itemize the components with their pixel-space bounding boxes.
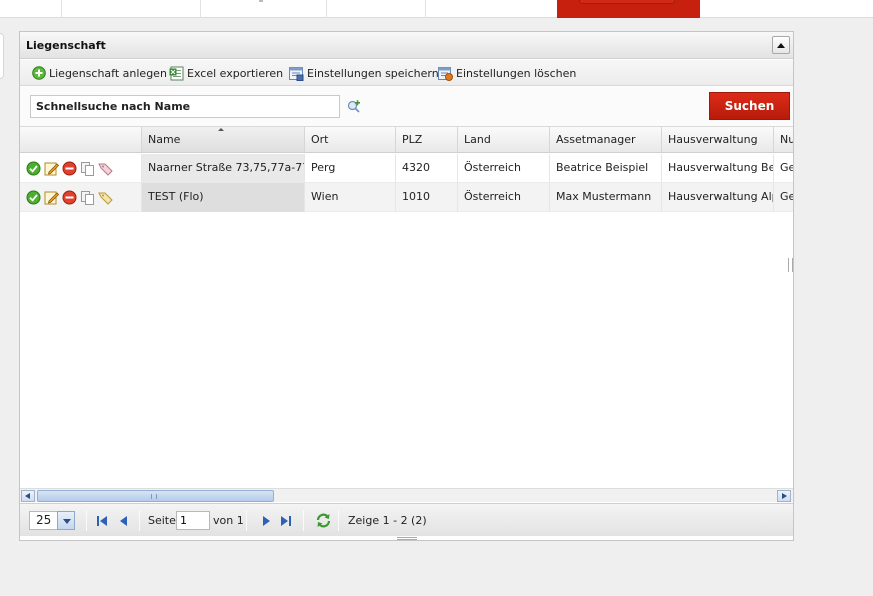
table-row[interactable]: TEST (Flo) Wien 1010 Österreich Max Must… bbox=[20, 183, 793, 212]
edit-icon[interactable] bbox=[44, 190, 59, 205]
excel-export-button[interactable]: Excel exportieren bbox=[169, 65, 283, 81]
cell-name: Naarner Straße 73,75,77a-77i bbox=[142, 154, 305, 183]
panel-resize-grip[interactable] bbox=[397, 537, 417, 540]
cell-nu: Ge bbox=[780, 161, 793, 174]
cell-name: TEST (Flo) bbox=[142, 183, 305, 212]
row-actions bbox=[20, 154, 142, 183]
last-page-icon[interactable] bbox=[280, 515, 292, 527]
edit-icon[interactable] bbox=[44, 161, 59, 176]
nav-separator bbox=[61, 0, 62, 18]
toolbar-separator bbox=[338, 510, 339, 531]
column-header-land[interactable]: Land bbox=[458, 127, 550, 152]
copy-icon[interactable] bbox=[80, 190, 95, 205]
delete-settings-icon bbox=[438, 66, 453, 81]
toolbar-separator bbox=[246, 510, 247, 531]
scroll-left-button[interactable] bbox=[21, 490, 35, 502]
cell-nu: Ge bbox=[780, 190, 793, 203]
nav-separator bbox=[200, 0, 201, 18]
cell-land: Österreich bbox=[458, 154, 550, 183]
add-icon bbox=[32, 66, 46, 80]
paging-toolbar: 25 Seite von 1 Zeige 1 - 2 (2) bbox=[20, 503, 793, 536]
save-settings-button[interactable]: Einstellungen speichern bbox=[289, 65, 439, 81]
nav-separator bbox=[326, 0, 327, 18]
grid-header: Name Ort PLZ Land Assetmanager Hausverwa… bbox=[20, 127, 793, 153]
table-row[interactable]: Naarner Straße 73,75,77a-77i Perg 4320 Ö… bbox=[20, 154, 793, 183]
column-resize-handle[interactable] bbox=[788, 258, 793, 272]
chevron-down-icon bbox=[63, 519, 71, 524]
column-header-hausverwaltung[interactable]: Hausverwaltung bbox=[662, 127, 774, 152]
cell-assetmanager: Beatrice Beispiel bbox=[550, 154, 662, 183]
previous-page-icon[interactable] bbox=[118, 515, 130, 527]
cell-land: Österreich bbox=[458, 183, 550, 212]
excel-export-label: Excel exportieren bbox=[187, 66, 284, 80]
horizontal-scrollbar[interactable] bbox=[20, 488, 793, 502]
save-settings-label: Einstellungen speichern bbox=[307, 66, 439, 80]
check-icon[interactable] bbox=[26, 190, 41, 205]
cell-plz: 4320 bbox=[396, 154, 458, 183]
delete-settings-label: Einstellungen löschen bbox=[456, 66, 577, 80]
cell-ort: Wien bbox=[305, 183, 396, 212]
toolbar: Liegenschaft anlegen Excel exportieren E… bbox=[20, 60, 793, 86]
quick-search-input[interactable] bbox=[30, 95, 340, 118]
page-size-dropdown-button[interactable] bbox=[57, 511, 75, 530]
column-header-nu[interactable]: Nu bbox=[774, 127, 793, 152]
cell-assetmanager: Max Mustermann bbox=[550, 183, 662, 212]
left-edge-tab[interactable] bbox=[0, 33, 4, 79]
collapse-button[interactable] bbox=[772, 36, 790, 54]
nav-separator bbox=[425, 0, 426, 18]
collapse-up-icon bbox=[777, 43, 785, 48]
page-label: Seite bbox=[148, 514, 176, 527]
create-liegenschaft-button[interactable]: Liegenschaft anlegen bbox=[32, 65, 167, 81]
check-icon[interactable] bbox=[26, 161, 41, 176]
row-actions bbox=[20, 183, 142, 212]
column-header-ort[interactable]: Ort bbox=[305, 127, 396, 152]
toolbar-separator bbox=[139, 510, 140, 531]
delete-icon[interactable] bbox=[62, 161, 77, 176]
toolbar-separator bbox=[303, 510, 304, 531]
column-header-actions bbox=[20, 127, 142, 152]
cell-ort: Perg bbox=[305, 154, 396, 183]
first-page-icon[interactable] bbox=[96, 515, 108, 527]
panel-title: Liegenschaft bbox=[26, 39, 106, 52]
cell-plz: 1010 bbox=[396, 183, 458, 212]
nav-tab-active[interactable] bbox=[557, 0, 700, 18]
column-header-name[interactable]: Name bbox=[142, 127, 305, 152]
top-navigation bbox=[0, 0, 873, 18]
add-search-icon[interactable] bbox=[347, 100, 361, 114]
search-button[interactable]: Suchen bbox=[709, 92, 790, 120]
save-settings-icon bbox=[289, 66, 304, 81]
page-count-label: von 1 bbox=[213, 514, 244, 527]
copy-icon[interactable] bbox=[80, 161, 95, 176]
liegenschaft-panel: Liegenschaft Liegenschaft anlegen Excel … bbox=[19, 31, 794, 541]
column-header-assetmanager[interactable]: Assetmanager bbox=[550, 127, 662, 152]
paging-summary: Zeige 1 - 2 (2) bbox=[348, 514, 427, 527]
column-header-name-label: Name bbox=[148, 133, 181, 146]
delete-icon[interactable] bbox=[62, 190, 77, 205]
scroll-right-button[interactable] bbox=[777, 490, 791, 502]
scrollbar-thumb[interactable] bbox=[37, 490, 274, 502]
refresh-icon[interactable] bbox=[315, 512, 332, 529]
tag-icon[interactable] bbox=[98, 161, 113, 176]
cell-hausverwaltung: Hausverwaltung Beta bbox=[662, 154, 774, 183]
next-page-icon[interactable] bbox=[260, 515, 272, 527]
sort-asc-icon bbox=[218, 128, 224, 131]
toolbar-separator bbox=[86, 510, 87, 531]
cell-hausverwaltung: Hausverwaltung Alpha bbox=[662, 183, 774, 212]
excel-icon bbox=[169, 66, 184, 80]
grid-body: Naarner Straße 73,75,77a-77i Perg 4320 Ö… bbox=[20, 154, 793, 489]
nav-fragment bbox=[259, 0, 263, 2]
current-page-input[interactable] bbox=[176, 511, 210, 530]
search-bar: Suchen bbox=[20, 87, 793, 127]
create-liegenschaft-label: Liegenschaft anlegen bbox=[49, 66, 167, 80]
delete-settings-button[interactable]: Einstellungen löschen bbox=[438, 65, 576, 81]
tag-icon[interactable] bbox=[98, 190, 113, 205]
column-header-plz[interactable]: PLZ bbox=[396, 127, 458, 152]
panel-header: Liegenschaft bbox=[20, 32, 793, 59]
